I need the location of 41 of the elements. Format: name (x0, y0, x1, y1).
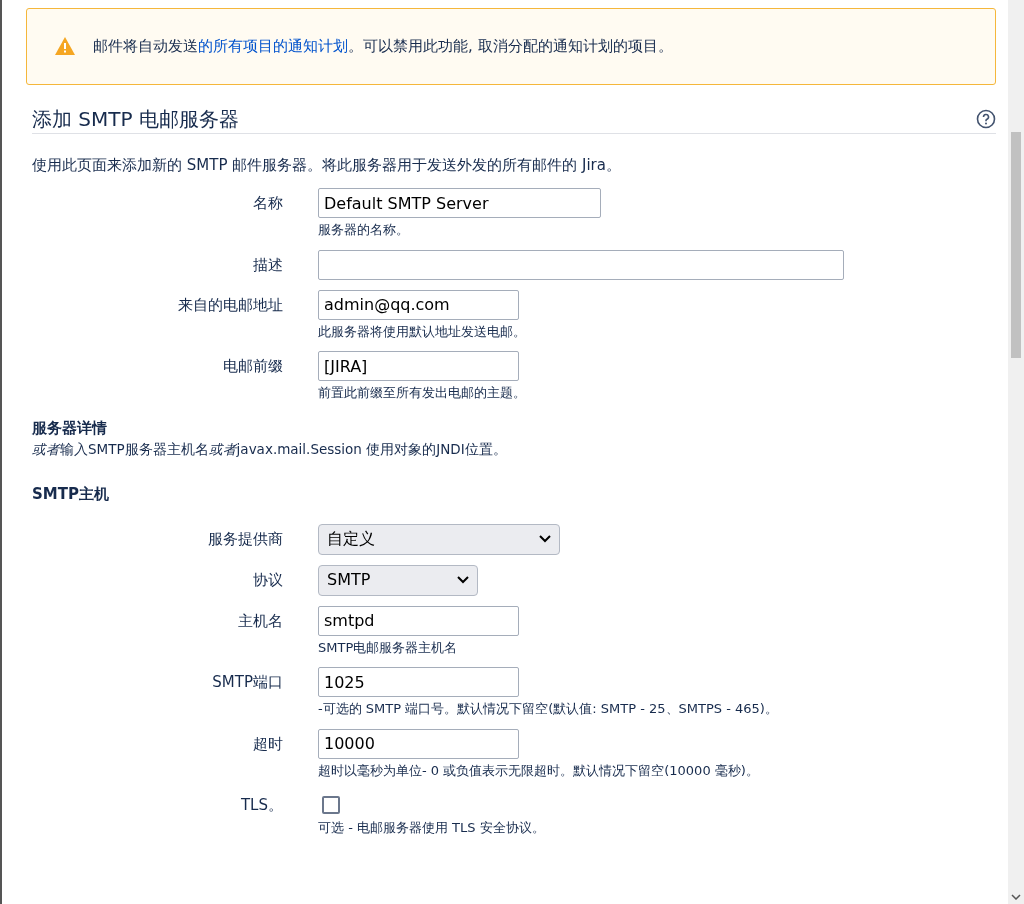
help-text: 服务器的名称。 (318, 221, 410, 239)
notification-scheme-link[interactable]: 的所有项目的通知计划 (198, 37, 348, 55)
warning-icon (55, 37, 75, 56)
field-label: 服务提供商 (207, 528, 283, 550)
chevron-down-icon (539, 535, 551, 544)
field-label: 来自的电邮地址 (177, 294, 283, 316)
warning-message: 邮件将自动发送的所有项目的通知计划。可以禁用此功能, 取消分配的通知计划的项目。 (93, 36, 673, 57)
section-description: 或者输入SMTP服务器主机名或者javax.mail.Session 使用对象的JNDI位置。 (32, 440, 508, 459)
input-field[interactable]: admin@qq.com (318, 289, 519, 320)
scrollbar[interactable] (1008, 0, 1024, 904)
dropdown[interactable]: SMTP (318, 564, 478, 596)
field-label: TLS。 (239, 795, 283, 817)
section-heading: 服务器详情 (32, 417, 108, 439)
checkbox[interactable] (322, 796, 340, 815)
help-text: 此服务器将使用默认地址发送电邮。 (318, 322, 527, 341)
input-field[interactable]: 10000 (318, 728, 519, 759)
page-title: 添加 SMTP 电邮服务器 (32, 106, 239, 131)
help-text: SMTP电邮服务器主机名 (318, 638, 459, 657)
intro-text: 使用此页面来添加新的 SMTP 邮件服务器。将此服务器用于发送外发的所有邮件的 Jira。 (32, 154, 622, 176)
help-text: 可选 - 电邮服务器使用 TLS 安全协议。 (318, 819, 546, 838)
input-field[interactable] (318, 249, 844, 280)
scrollbar-thumb[interactable] (1011, 132, 1021, 358)
input-field[interactable]: 1025 (318, 667, 519, 698)
field-label: 协议 (252, 569, 283, 591)
dropdown[interactable]: 自定义 (318, 523, 560, 555)
scroll-down-icon[interactable] (1011, 894, 1021, 900)
field-label: 主机名 (237, 610, 283, 632)
section-heading: SMTP主机 (32, 484, 110, 506)
field-label: 电邮前缀 (222, 356, 283, 377)
help-text: -可选的 SMTP 端口号。默认情况下留空(默认值: SMTP - 25、SMTPS - 465)。 (318, 700, 779, 719)
field-label: 超时 (252, 733, 283, 755)
input-field[interactable]: Default SMTP Server (318, 188, 601, 218)
input-field[interactable]: [JIRA] (318, 351, 519, 381)
field-label: SMTP端口 (211, 672, 283, 694)
help-icon[interactable] (976, 108, 996, 129)
chevron-down-icon (457, 576, 469, 585)
input-field[interactable]: smtpd (318, 605, 519, 636)
field-label: 描述 (252, 254, 283, 276)
field-label: 名称 (252, 193, 283, 214)
help-text: 前置此前缀至所有发出电邮的主题。 (318, 384, 527, 402)
help-text: 超时以毫秒为单位- 0 或负值表示无限超时。默认情况下留空(10000 毫秒)。 (318, 761, 760, 780)
